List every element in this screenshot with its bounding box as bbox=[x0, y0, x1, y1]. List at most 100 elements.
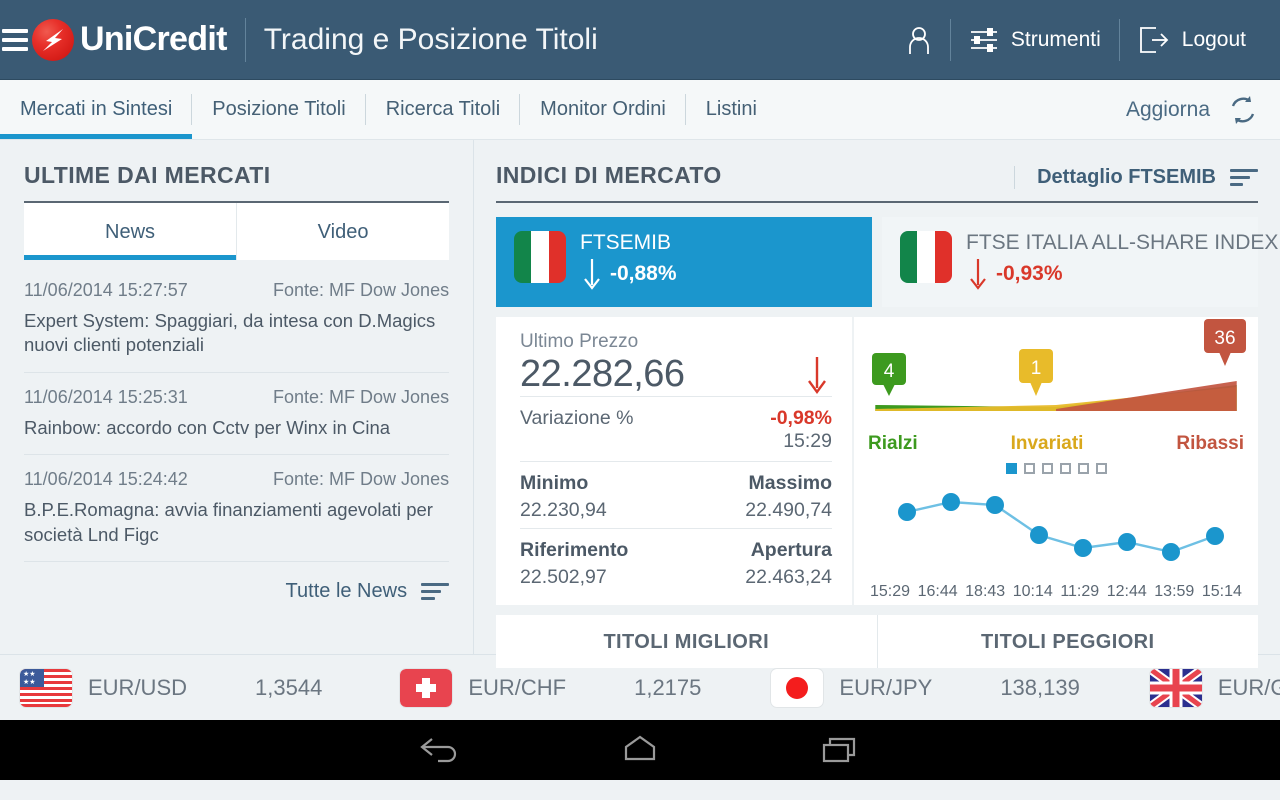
quote-box: Ultimo Prezzo 22.282,66 Variazione % -0,… bbox=[496, 317, 852, 605]
index-card-list: FTSEMIB -0,88% FTSE ITALIA ALL-SHARE IND… bbox=[496, 217, 1278, 307]
variation-label: Variazione % bbox=[520, 407, 634, 429]
tools-label: Strumenti bbox=[1010, 27, 1101, 51]
index-card-ftse-italia-all-share[interactable]: FTSE ITALIA ALL-SHARE INDEX -0,93% bbox=[882, 217, 1278, 307]
news-list-item[interactable]: 11/06/2014 15:25:31 Fonte: MF Dow Jones … bbox=[24, 373, 450, 456]
fx-pair-label: EUR/CHF bbox=[468, 674, 567, 700]
back-arrow-icon bbox=[420, 737, 457, 762]
fx-item-eur-gbp[interactable]: EUR/GBP bbox=[1080, 668, 1280, 707]
nav-tab-label: Listini bbox=[705, 98, 757, 120]
news-source: Fonte: MF Dow Jones bbox=[273, 469, 450, 490]
pagination-dot[interactable] bbox=[1023, 463, 1035, 474]
logout-button[interactable]: Logout bbox=[1120, 26, 1264, 54]
svg-text:36: 36 bbox=[1214, 328, 1235, 349]
tab-titoli-peggiori[interactable]: TITOLI PEGGIORI bbox=[876, 615, 1259, 668]
indices-panel: INDICI DI MERCATO Dettaglio FTSEMIB FTSE… bbox=[474, 140, 1280, 668]
japan-flag-icon bbox=[771, 668, 824, 707]
sliders-icon bbox=[970, 27, 997, 52]
min-label: Minimo bbox=[520, 472, 589, 494]
pagination-dot[interactable] bbox=[1005, 463, 1017, 474]
news-list: 11/06/2014 15:27:57 Fonte: MF Dow Jones … bbox=[24, 266, 450, 621]
pagination-dot[interactable] bbox=[1041, 463, 1053, 474]
nav-tab-ricerca-titoli[interactable]: Ricerca Titoli bbox=[366, 80, 521, 139]
news-list-item[interactable]: 11/06/2014 15:27:57 Fonte: MF Dow Jones … bbox=[24, 266, 450, 373]
tab-titoli-migliori[interactable]: TITOLI MIGLIORI bbox=[496, 615, 877, 668]
back-button[interactable] bbox=[418, 733, 462, 768]
nav-tab-label: Monitor Ordini bbox=[540, 98, 666, 120]
pagination-dot[interactable] bbox=[1095, 463, 1107, 474]
news-list-item[interactable]: 11/06/2014 15:24:42 Fonte: MF Dow Jones … bbox=[24, 455, 450, 563]
lines-icon bbox=[421, 583, 450, 601]
tick-label: 11:29 bbox=[1060, 583, 1100, 600]
breadth-badge-ribassi: 36 bbox=[1204, 319, 1246, 372]
index-change: -0,93% bbox=[966, 257, 1278, 291]
fx-pair-label: EUR/JPY bbox=[839, 674, 933, 700]
italy-flag-icon bbox=[514, 231, 566, 283]
fx-item-eur-usd[interactable]: ★★ ★★ EUR/USD 1,3544 bbox=[0, 668, 322, 707]
min-cell: Minimo 22.230,94 bbox=[520, 472, 607, 522]
pagination-dot[interactable] bbox=[1059, 463, 1071, 474]
logout-label: Logout bbox=[1181, 27, 1246, 51]
news-tab-video[interactable]: Video bbox=[236, 203, 450, 260]
news-timestamp: 11/06/2014 15:24:42 bbox=[24, 469, 188, 490]
recents-button[interactable] bbox=[818, 733, 862, 768]
android-system-nav bbox=[0, 720, 1280, 780]
all-news-label: Tutte le News bbox=[285, 580, 408, 603]
news-headline: Expert System: Spaggiari, da intesa con … bbox=[24, 310, 436, 356]
news-timestamp: 11/06/2014 15:25:31 bbox=[24, 386, 188, 407]
reference-value: 22.502,97 bbox=[520, 566, 607, 588]
tick-label: 15:14 bbox=[1201, 583, 1242, 600]
reference-cell: Riferimento 22.502,97 bbox=[520, 539, 628, 589]
fx-item-eur-jpy[interactable]: EUR/JPY 138,139 bbox=[701, 668, 1080, 707]
nav-tab-mercati-in-sintesi[interactable]: Mercati in Sintesi bbox=[0, 80, 193, 139]
intraday-sparkline-chart: 15:29 16:44 18:43 10:14 11:29 12:44 13:5… bbox=[854, 474, 1258, 601]
nav-tab-listini[interactable]: Listini bbox=[686, 80, 777, 139]
quote-and-charts: Ultimo Prezzo 22.282,66 Variazione % -0,… bbox=[496, 317, 1258, 605]
hamburger-icon[interactable] bbox=[2, 28, 28, 51]
breadth-badge-rialzi: 4 bbox=[872, 353, 906, 402]
titoli-tab-list: TITOLI MIGLIORI TITOLI PEGGIORI bbox=[496, 615, 1258, 668]
tick-label: 15:29 bbox=[870, 583, 911, 600]
svg-text:4: 4 bbox=[884, 361, 895, 382]
sparkline-svg bbox=[898, 493, 1224, 561]
indices-header: INDICI DI MERCATO Dettaglio FTSEMIB bbox=[496, 162, 1258, 203]
all-news-link[interactable]: Tutte le News bbox=[24, 562, 450, 621]
header-divider bbox=[244, 17, 246, 62]
brand-name: UniCredit bbox=[80, 20, 227, 58]
fx-value: 138,139 bbox=[1000, 674, 1080, 700]
last-price-value: 22.282,66 bbox=[520, 353, 685, 395]
nav-tab-list: Mercati in Sintesi Posizione Titoli Rice… bbox=[0, 80, 777, 139]
arrow-down-icon bbox=[970, 259, 986, 290]
last-price-label: Ultimo Prezzo bbox=[520, 331, 639, 352]
pagination-dot[interactable] bbox=[1077, 463, 1089, 474]
detail-ftsemib-button[interactable]: Dettaglio FTSEMIB bbox=[1014, 166, 1258, 189]
index-change-value: -0,88% bbox=[610, 262, 677, 285]
home-button[interactable] bbox=[618, 733, 662, 768]
news-tab-label: Video bbox=[317, 221, 369, 243]
chart-pagination[interactable] bbox=[854, 463, 1258, 474]
variation-row: Variazione % -0,98% 15:29 bbox=[520, 396, 832, 461]
tools-button[interactable]: Strumenti bbox=[951, 26, 1119, 54]
open-label: Apertura bbox=[750, 539, 832, 561]
nav-tab-monitor-ordini[interactable]: Monitor Ordini bbox=[520, 80, 686, 139]
news-meta: 11/06/2014 15:24:42 Fonte: MF Dow Jones bbox=[24, 469, 449, 490]
nav-tab-posizione-titoli[interactable]: Posizione Titoli bbox=[192, 80, 367, 139]
svg-text:1: 1 bbox=[1031, 358, 1042, 379]
news-source: Fonte: MF Dow Jones bbox=[273, 280, 450, 300]
account-button[interactable] bbox=[888, 25, 950, 55]
nav-tab-label: Mercati in Sintesi bbox=[20, 98, 173, 120]
nav-tab-label: Posizione Titoli bbox=[212, 98, 346, 120]
fx-item-eur-chf[interactable]: EUR/CHF 1,2175 bbox=[322, 668, 701, 707]
news-timestamp: 11/06/2014 15:27:57 bbox=[24, 280, 188, 300]
max-value: 22.490,74 bbox=[745, 499, 832, 521]
news-panel: ULTIME DAI MERCATI News Video 11/06/2014… bbox=[0, 140, 474, 654]
active-tab-indicator bbox=[0, 134, 193, 139]
index-card-ftsemib[interactable]: FTSEMIB -0,88% bbox=[496, 217, 872, 307]
refresh-button[interactable]: Aggiorna bbox=[1126, 80, 1280, 139]
min-max-row: Minimo 22.230,94 Massimo 22.490,74 bbox=[520, 461, 832, 528]
svg-text:★★: ★★ bbox=[23, 670, 36, 678]
nav-tab-label: Ricerca Titoli bbox=[385, 98, 501, 120]
variation-time: 15:29 bbox=[783, 430, 832, 452]
index-name: FTSE ITALIA ALL-SHARE INDEX bbox=[966, 231, 1279, 254]
news-tab-news[interactable]: News bbox=[24, 203, 237, 260]
uk-flag-icon bbox=[1149, 668, 1202, 707]
